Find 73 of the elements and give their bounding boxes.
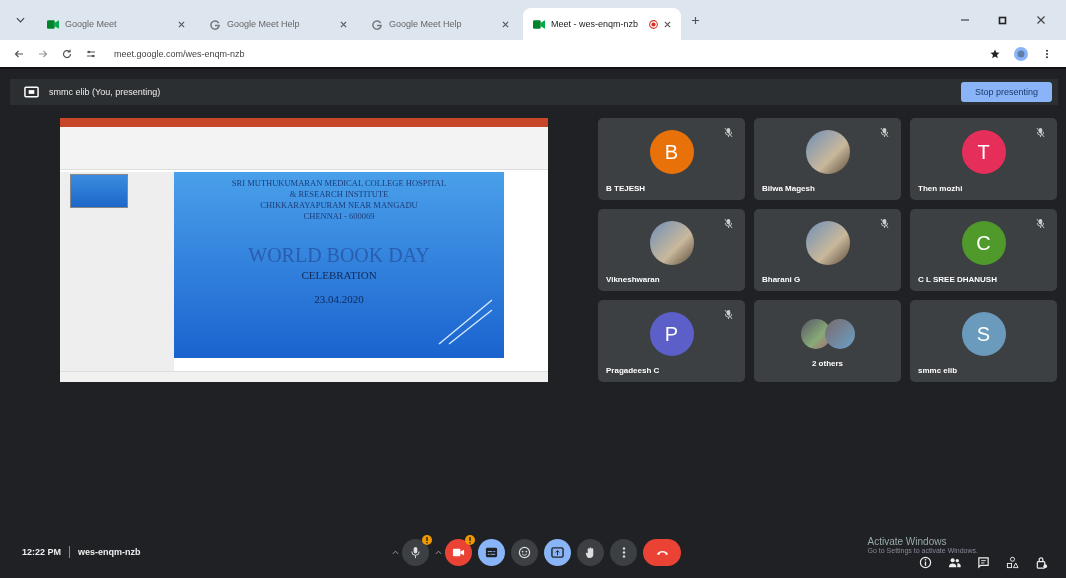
close-icon[interactable] xyxy=(178,20,185,28)
participant-name: smmc elib xyxy=(918,366,958,375)
new-tab-icon[interactable] xyxy=(691,15,700,25)
close-icon[interactable] xyxy=(340,20,347,28)
url-field[interactable]: meet.google.com/wes-enqm-nzb xyxy=(110,46,249,61)
caret-icon[interactable] xyxy=(392,549,399,555)
slide-subtitle: CELEBRATION xyxy=(301,269,377,281)
group-avatar-drawing xyxy=(800,319,855,349)
close-icon[interactable] xyxy=(664,20,671,28)
photo-placeholder xyxy=(649,221,694,265)
close-icon[interactable] xyxy=(1036,15,1046,25)
photo-placeholder xyxy=(805,221,850,265)
camera-button[interactable] xyxy=(445,538,472,566)
shapes-icon[interactable] xyxy=(1006,555,1019,569)
participant-name: Bilwa Magesh xyxy=(762,184,815,193)
slide-header-line: & RESEARCH INSTITUTE xyxy=(289,189,389,200)
letter-g-icon xyxy=(209,18,221,30)
browser-tab[interactable]: Google Meet xyxy=(37,8,195,40)
participant-name: C L SREE DHANUSH xyxy=(918,275,997,284)
more-button[interactable] xyxy=(610,538,637,566)
tune-icon[interactable] xyxy=(86,48,96,59)
participant-name: 2 others xyxy=(810,359,845,368)
slide-header-line: SRI MUTHUKUMARAN MEDICAL COLLEGE HOSPITAL xyxy=(231,178,447,189)
meeting-time: 12:22 PM xyxy=(22,547,62,557)
captions-icon xyxy=(485,545,498,559)
reload-icon[interactable] xyxy=(62,48,72,59)
caret-icon[interactable] xyxy=(435,549,442,555)
chevron-icon[interactable] xyxy=(16,17,25,23)
microphone-icon xyxy=(409,545,422,559)
captions-button[interactable] xyxy=(478,538,505,566)
participant-name: Then mozhi xyxy=(918,184,963,193)
participant-name: Vikneshwaran xyxy=(606,275,660,284)
restore-icon[interactable] xyxy=(998,15,1008,25)
hand-button[interactable] xyxy=(577,538,604,566)
present-screen-icon xyxy=(551,545,564,559)
letter-g-icon xyxy=(371,18,383,30)
stop-presenting-button[interactable]: Stop presenting xyxy=(960,82,1052,102)
browser-tab[interactable]: Meet - wes-enqm-nzb xyxy=(523,8,681,40)
video-camera-icon xyxy=(47,18,59,30)
avatar: C xyxy=(961,221,1006,265)
browser-tab[interactable]: Google Meet Help xyxy=(199,8,357,40)
hangup-button[interactable] xyxy=(643,538,681,566)
meeting-code: wes-enqm-nzb xyxy=(78,547,141,557)
emoji-button[interactable] xyxy=(511,538,538,566)
info-icon[interactable] xyxy=(919,555,932,569)
avatar: T xyxy=(961,130,1006,174)
slide-date: 23.04.2020 xyxy=(314,293,364,305)
video-camera-icon xyxy=(533,18,545,30)
presenter-label: smmc elib (You, presenting) xyxy=(49,87,161,97)
present-button[interactable] xyxy=(544,538,571,566)
avatar: B xyxy=(649,130,694,174)
notice-title: Activate Windows xyxy=(867,535,948,547)
participant-name: Bharani G xyxy=(762,275,801,284)
close-icon[interactable] xyxy=(502,20,509,28)
browser-tab[interactable]: Google Meet Help xyxy=(361,8,519,40)
screen-share-icon xyxy=(24,86,39,98)
photo-placeholder xyxy=(805,130,850,174)
slide-thumbnail[interactable] xyxy=(70,174,128,208)
smiley-icon xyxy=(518,545,531,559)
people-icon[interactable] xyxy=(948,555,961,569)
chat-icon[interactable] xyxy=(977,555,990,569)
participant-name: B TEJESH xyxy=(606,184,646,193)
slide-header-line: CHIKKARAYAPURAM NEAR MANGADU xyxy=(260,200,418,211)
more-icon xyxy=(621,545,626,559)
back-icon[interactable] xyxy=(14,48,24,59)
profile-icon[interactable] xyxy=(1014,46,1028,61)
mic-button[interactable] xyxy=(402,538,429,566)
slide-header-line: CHENNAI - 600069 xyxy=(303,211,375,222)
star-icon[interactable] xyxy=(990,48,1000,59)
participant-name: Pragadeesh C xyxy=(606,366,660,375)
lock-person-icon[interactable] xyxy=(1035,555,1048,569)
avatar: S xyxy=(961,312,1006,356)
avatar: P xyxy=(649,312,694,356)
